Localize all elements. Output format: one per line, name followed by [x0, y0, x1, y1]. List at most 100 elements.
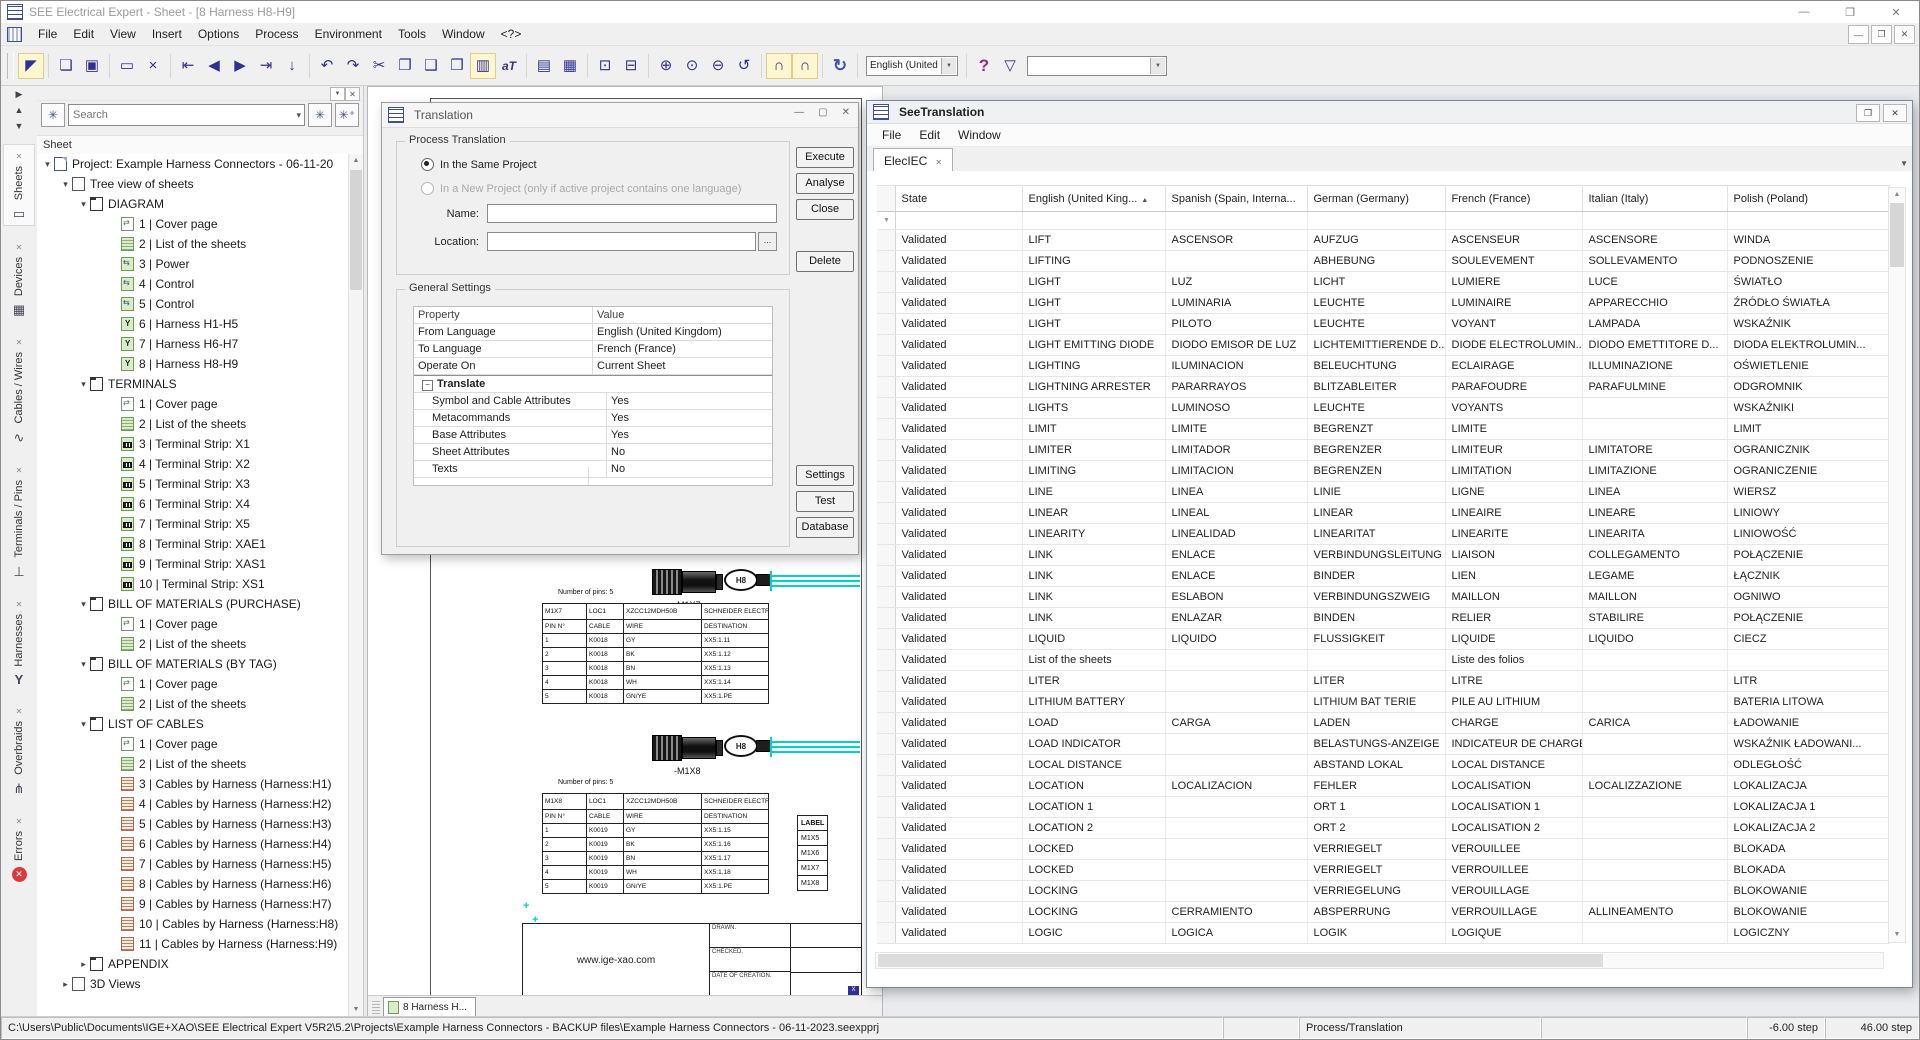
tree-item[interactable]: Project: Example Harness Connectors - 06…	[37, 154, 349, 174]
tree-item[interactable]: 5 | Terminal Strip: X3	[37, 474, 349, 494]
tree-item[interactable]: 4 | Terminal Strip: X2	[37, 454, 349, 474]
toolbar-button[interactable]: ▽	[997, 53, 1023, 79]
toolbar-button[interactable]: ✂	[366, 53, 392, 79]
tree-item[interactable]: 5 | Control	[37, 294, 349, 314]
toolbar-button[interactable]	[170, 54, 171, 78]
tree-expand-icon[interactable]	[77, 659, 90, 670]
settings-row[interactable]: −Property Value	[414, 307, 772, 324]
tree-item[interactable]: APPENDIX	[37, 954, 349, 974]
dialog-minimize-icon[interactable]: —	[794, 107, 804, 118]
close-panel-icon[interactable]	[16, 334, 23, 348]
filter-settings-button[interactable]: ✳	[41, 103, 65, 127]
toolbar-button[interactable]: ▣	[79, 53, 105, 79]
settings-row[interactable]: −Symbol and Cable Attributes Yes	[414, 393, 772, 410]
menu-item[interactable]: Environment	[307, 24, 390, 44]
sheet-tab[interactable]: 8 Harness H...	[383, 997, 476, 1016]
translation-row[interactable]: Validated LIGHT EMITTING DIODE DIODO EMI…	[877, 335, 1889, 356]
tree-item[interactable]: 1 | Cover page	[37, 394, 349, 414]
tree-item[interactable]: 9 | Terminal Strip: XAS1	[37, 554, 349, 574]
toolbar-button[interactable]: ◤	[18, 53, 44, 79]
tree-item[interactable]: 2 | List of the sheets	[37, 754, 349, 774]
close-button[interactable]: Close	[796, 199, 854, 220]
analyse-button[interactable]: Analyse	[796, 173, 854, 194]
translation-row[interactable]: Validated LOCATION LOCALIZACION FEHLER L…	[877, 776, 1889, 797]
horizontal-scrollbar[interactable]	[875, 952, 1884, 969]
tree-item[interactable]: 7 | Cables by Harness (Harness:H5)	[37, 854, 349, 874]
search-input[interactable]	[69, 106, 275, 124]
close-panel-icon[interactable]	[16, 239, 23, 253]
translation-row[interactable]: Validated LIMITING LIMITACION BEGRENZEN …	[877, 461, 1889, 482]
dictionary-tab[interactable]: ElecIEC	[873, 148, 953, 173]
translation-row[interactable]: Validated LINE LINEA LINIE LIGNE LINEA W…	[877, 482, 1889, 503]
tree-item[interactable]: 5 | Cables by Harness (Harness:H3)	[37, 814, 349, 834]
toolbar-button[interactable]	[526, 54, 527, 78]
translation-row[interactable]: Validated LIGHTS LUMINOSO LEUCHTE VOYANT…	[877, 398, 1889, 419]
translation-row[interactable]: Validated LOAD INDICATOR BELASTUNGS-ANZE…	[877, 734, 1889, 755]
tree-item[interactable]: 6 | Terminal Strip: X4	[37, 494, 349, 514]
toolbar-button[interactable]: ∩	[792, 53, 818, 79]
translation-row[interactable]: Validated LOCATION 1 ORT 1 LOCALISATION …	[877, 797, 1889, 818]
translation-row[interactable]: Validated LINK ENLACE BINDER LIEN LEGAME…	[877, 566, 1889, 587]
menu-item[interactable]: File	[873, 126, 910, 144]
toolbar-button[interactable]: ⊕	[653, 53, 679, 79]
toolbar-button[interactable]: ↺	[731, 53, 757, 79]
settings-row[interactable]: −To Language French (France)	[414, 341, 772, 358]
menu-item[interactable]: Process	[247, 24, 306, 44]
menu-item[interactable]: File	[30, 24, 65, 44]
location-field[interactable]	[487, 232, 756, 251]
tree-expand-icon[interactable]	[77, 199, 90, 210]
close-panel-icon[interactable]	[16, 703, 23, 717]
close-panel-icon[interactable]	[16, 813, 23, 827]
toolbar-button[interactable]: ↓	[279, 53, 305, 79]
filter-add-button[interactable]: ✳⁺	[335, 103, 359, 127]
translation-row[interactable]: Validated LOCKING VERRIEGELUNG VEROUILLA…	[877, 881, 1889, 902]
minimize-button[interactable]: —	[1781, 1, 1827, 23]
radio-selected-icon[interactable]	[421, 158, 434, 171]
toolbar-grip[interactable]	[7, 53, 14, 79]
tree-item[interactable]: 8 | Terminal Strip: XAE1	[37, 534, 349, 554]
tree-item[interactable]: 3 | Terminal Strip: X1	[37, 434, 349, 454]
toolbar-button[interactable]	[109, 54, 110, 78]
browse-button[interactable]: ...	[758, 232, 777, 251]
sidebar-tab[interactable]: Terminals / Pins ⊥	[4, 459, 34, 583]
translation-row[interactable]: Validated LINK ENLAZAR BINDEN RELIER STA…	[877, 608, 1889, 629]
tab-overflow-icon[interactable]: ▼	[1900, 159, 1908, 168]
translation-row[interactable]: Validated LINEARITY LINEALIDAD LINEARITA…	[877, 524, 1889, 545]
seetranslation-title-bar[interactable]: SeeTranslation ❐ ✕	[867, 101, 1912, 124]
translation-row[interactable]: Validated LIMIT LIMITE BEGRENZT LIMITE L…	[877, 419, 1889, 440]
tree-item[interactable]: 1 | Cover page	[37, 614, 349, 634]
tree-item[interactable]: Tree view of sheets	[37, 174, 349, 194]
panel-menu-icon[interactable]: ▼	[330, 87, 345, 101]
vertical-scrollbar[interactable]: ▲ ▼	[1888, 187, 1906, 943]
tree-column-header[interactable]: Sheet	[37, 135, 363, 155]
translation-row[interactable]: Validated LINK ESLABON VERBINDUNGSZWEIG …	[877, 587, 1889, 608]
panel-scroll-up-icon[interactable]: ▲	[9, 102, 29, 118]
toolbar-button[interactable]: ▭	[114, 53, 140, 79]
tree-item[interactable]: 2 | List of the sheets	[37, 234, 349, 254]
filter-row[interactable]: ▼	[877, 212, 1889, 230]
tree-item[interactable]: 1 | Cover page	[37, 734, 349, 754]
toolbar-button[interactable]: ↷	[340, 53, 366, 79]
tree-expand-icon[interactable]	[41, 159, 54, 170]
column-header[interactable]: Italian (Italy)	[1582, 186, 1727, 212]
toolbar-button[interactable]: ⇤	[175, 53, 201, 79]
translation-row[interactable]: Validated LIGHTNING ARRESTER PARARRAYOS …	[877, 377, 1889, 398]
tab-close-icon[interactable]	[935, 154, 942, 168]
dialog-close-icon[interactable]: ✕	[842, 107, 850, 118]
translation-row[interactable]: Validated LIQUID LIQUIDO FLUSSIGKEIT LIQ…	[877, 629, 1889, 650]
column-header[interactable]: English (United King...▲	[1022, 186, 1165, 212]
sidebar-tab[interactable]: Devices ▦	[4, 236, 34, 321]
name-field[interactable]	[487, 204, 777, 223]
settings-row[interactable]: −Operate On Current Sheet	[414, 358, 772, 375]
test-button[interactable]: Test	[796, 491, 854, 512]
translation-row[interactable]: Validated LOGIC LOGICA LOGIK LOGIQUE LOG…	[877, 923, 1889, 944]
sidebar-tab[interactable]: Harnesses Y	[4, 593, 34, 691]
dialog-maximize-icon[interactable]: ▢	[818, 107, 827, 118]
menu-item[interactable]: Insert	[144, 24, 190, 44]
tree-item[interactable]: TERMINALS	[37, 374, 349, 394]
new-project-option[interactable]: In a New Project (only if active project…	[421, 182, 741, 195]
tree-expand-icon[interactable]	[77, 719, 90, 730]
close-panel-icon[interactable]	[16, 596, 23, 610]
translation-row[interactable]: Validated LIFTING ABHEBUNG SOULEVEMENT S…	[877, 251, 1889, 272]
toolbar-button[interactable]: ⇥	[253, 53, 279, 79]
